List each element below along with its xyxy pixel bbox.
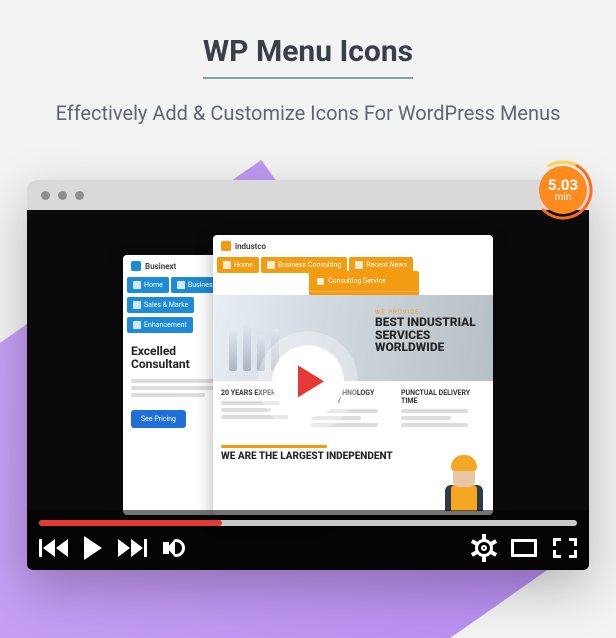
play-button[interactable]: [272, 345, 344, 417]
window-chrome: [27, 180, 589, 210]
video-player: 5.03 min Businext Home Business Co Sales…: [27, 180, 589, 570]
volume-button[interactable]: [163, 537, 185, 559]
fullscreen-button[interactable]: [553, 538, 577, 558]
front-logo: industco: [235, 242, 266, 251]
skip-back-icon: [43, 539, 55, 557]
back-logo: Businext: [145, 262, 176, 271]
duration-value: 5.03: [548, 178, 578, 193]
traffic-light-dot: [75, 191, 84, 200]
menu-label: Sales & Marke: [144, 301, 188, 309]
previous-button[interactable]: [39, 539, 68, 557]
dropdown-item: Consulting Service: [328, 277, 386, 285]
play-icon: [298, 365, 324, 397]
play-pause-button[interactable]: [84, 536, 102, 560]
traffic-light-dot: [58, 191, 67, 200]
cta-button: See Pricing: [131, 410, 186, 428]
play-icon: [84, 536, 102, 560]
theatre-mode-button[interactable]: [511, 539, 537, 557]
volume-icon: [175, 539, 185, 557]
player-controls: [27, 510, 589, 570]
page-title: WP Menu Icons: [203, 34, 413, 79]
duration-unit: min: [555, 193, 572, 203]
next-button[interactable]: [118, 539, 147, 557]
headline: Excelled: [131, 344, 176, 358]
progress-bar[interactable]: [39, 520, 577, 526]
duration-badge: 5.03 min: [531, 158, 595, 222]
settings-button[interactable]: [473, 537, 495, 559]
menu-label: Enhancement: [144, 321, 187, 329]
skip-fwd-icon: [118, 539, 130, 557]
skip-back-icon: [56, 539, 68, 557]
video-viewport[interactable]: Businext Home Business Co Sales & Marke …: [27, 210, 589, 570]
fullscreen-icon: [553, 538, 561, 546]
headline: Consultant: [131, 357, 190, 371]
page-subtitle: Effectively Add & Customize Icons For Wo…: [0, 101, 616, 125]
hero-line: SERVICES WORLDWIDE: [375, 328, 444, 355]
skip-fwd-icon: [131, 539, 143, 557]
menu-label: Recent News: [366, 261, 407, 269]
preview-card-front: industco Home Business Consulting Recent…: [213, 235, 493, 515]
menu-label: Business Consulting: [278, 261, 341, 269]
progress-fill: [39, 520, 222, 526]
menu-label: Home: [234, 261, 253, 269]
col-title: PUNCTUAL DELIVERY TIME: [401, 389, 485, 405]
traffic-light-dot: [41, 191, 50, 200]
worker-illustration: [441, 455, 487, 509]
menu-label: Home: [144, 281, 163, 289]
